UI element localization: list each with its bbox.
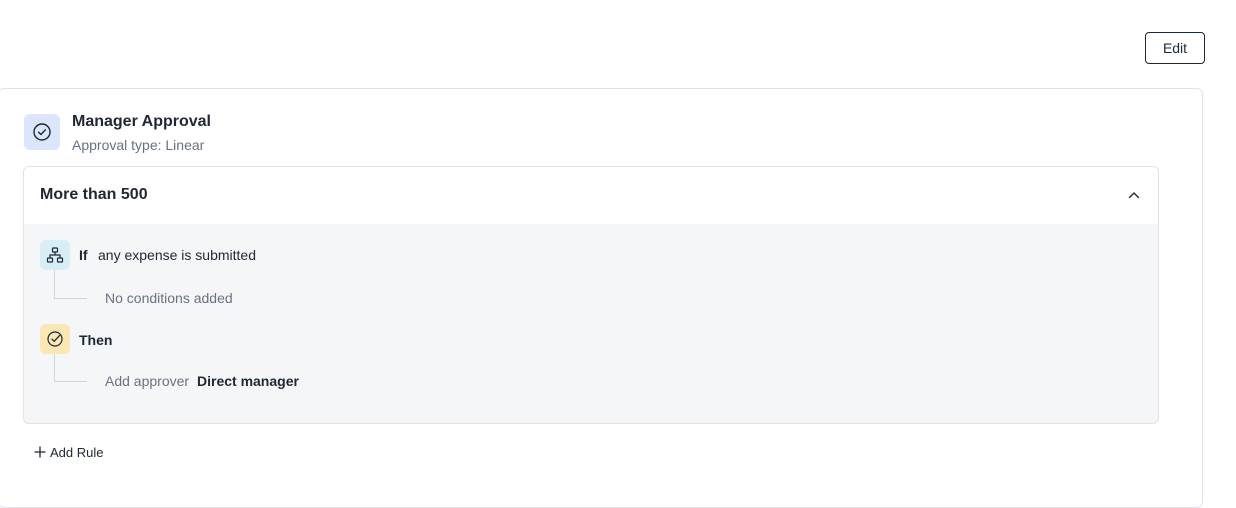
if-keyword: If (79, 247, 88, 263)
chevron-up-icon (1128, 192, 1140, 199)
tree-connector (54, 354, 87, 382)
step-title: Manager Approval (72, 113, 211, 130)
rule-header[interactable]: More than 500 (24, 167, 1158, 224)
check-circle-icon (40, 324, 70, 354)
check-circle-icon (24, 114, 60, 150)
tree-connector (54, 270, 87, 299)
conditions-placeholder: No conditions added (105, 290, 233, 306)
then-keyword: Then (79, 332, 113, 348)
edit-button[interactable]: Edit (1145, 32, 1205, 64)
plus-icon (34, 446, 46, 458)
action-label: Add approver (105, 373, 190, 389)
step-subtitle: Approval type: Linear (72, 137, 205, 153)
add-rule-button[interactable]: Add Rule (34, 443, 103, 461)
rule-title: More than 500 (40, 186, 148, 203)
add-rule-label: Add Rule (50, 444, 104, 460)
action-value: Direct manager (197, 373, 299, 389)
collapse-button[interactable] (1124, 185, 1144, 205)
rule-panel: More than 500 If any expense is submitte… (23, 166, 1159, 424)
if-condition-text: any expense is submitted (98, 247, 256, 263)
flow-branch-icon (40, 240, 70, 270)
